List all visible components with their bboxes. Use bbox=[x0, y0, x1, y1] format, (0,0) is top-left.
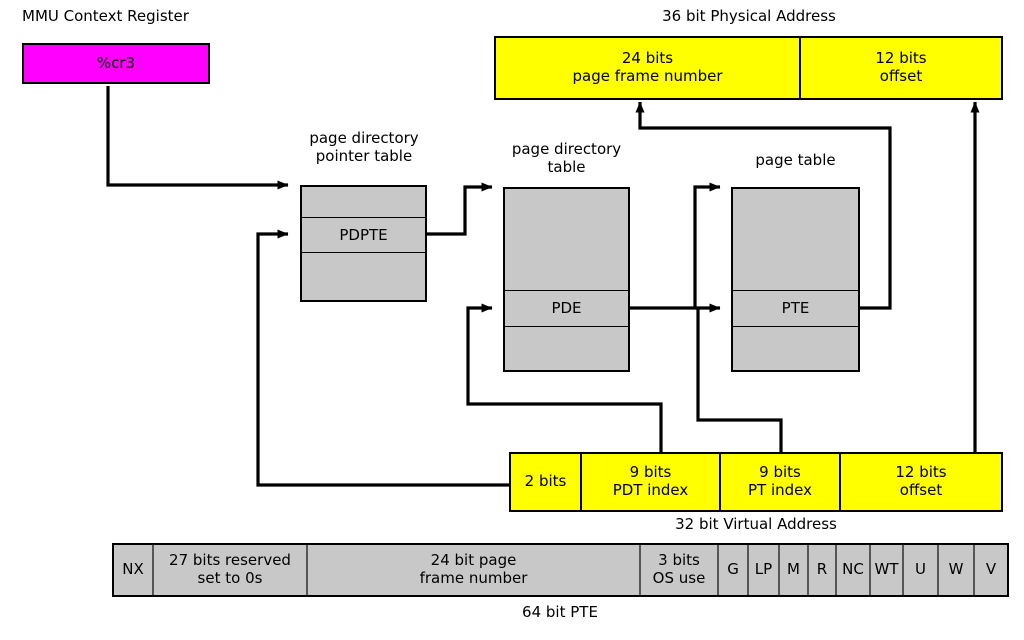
pte-field-os-use: 3 bits OS use bbox=[639, 545, 717, 595]
pte-field-m: M bbox=[778, 545, 807, 595]
virtual-address-bar: 2 bits 9 bits PDT index 9 bits PT index … bbox=[509, 452, 1003, 512]
pdpt-row-0 bbox=[302, 187, 425, 217]
page-directory-pointer-table: PDPTE bbox=[300, 185, 427, 302]
page-table-row-pte: PTE bbox=[733, 289, 858, 326]
vaddr-field-pt-index: 9 bits PT index bbox=[719, 454, 839, 510]
pte-field-v: V bbox=[973, 545, 1007, 595]
pdt-caption: page directory table bbox=[511, 140, 622, 176]
vaddr-field-2bits: 2 bits bbox=[511, 454, 580, 510]
physaddr-field-pfn: 24 bits page frame number bbox=[496, 38, 799, 98]
mmu-context-register-caption: MMU Context Register bbox=[22, 7, 189, 25]
pte-field-u-text: U bbox=[915, 560, 926, 579]
vaddr-field-pdt-index-text: 9 bits PDT index bbox=[612, 463, 689, 499]
pte-field-r: R bbox=[807, 545, 835, 595]
pdt-row-pde: PDE bbox=[505, 289, 628, 326]
pte-field-wt-text: WT bbox=[874, 560, 899, 579]
page-table-row-2 bbox=[733, 325, 858, 370]
cr3-register-box: %cr3 bbox=[22, 43, 210, 84]
pte-field-u: U bbox=[902, 545, 937, 595]
pdpt-row-pdpte: PDPTE bbox=[302, 216, 425, 252]
page-table-row-0 bbox=[733, 189, 858, 290]
virtual-address-caption: 32 bit Virtual Address bbox=[675, 515, 837, 533]
page-table-caption: page table bbox=[755, 151, 836, 169]
wire-cr3-to-pdpt bbox=[106, 86, 289, 190]
pte-field-lp: LP bbox=[747, 545, 778, 595]
pte-field-nx: NX bbox=[114, 545, 152, 595]
page-table: PTE bbox=[731, 187, 860, 372]
vaddr-field-2bits-text: 2 bits bbox=[524, 472, 567, 491]
physaddr-field-offset: 12 bits offset bbox=[799, 38, 1001, 98]
physaddr-field-offset-text: 12 bits offset bbox=[875, 49, 927, 85]
pte-field-w-text: W bbox=[948, 560, 964, 579]
pte-field-nx-text: NX bbox=[122, 560, 144, 579]
pte-field-nc-text: NC bbox=[842, 560, 864, 579]
pte-field-pfn-text: 24 bit page frame number bbox=[419, 551, 528, 587]
pte-layout-bar: NX 27 bits reserved set to 0s 24 bit pag… bbox=[112, 543, 1009, 597]
pdt-row-2 bbox=[505, 325, 628, 370]
physical-address-caption: 36 bit Physical Address bbox=[662, 7, 836, 25]
pte-field-v-text: V bbox=[985, 560, 997, 579]
diagram-canvas: MMU Context Register %cr3 36 bit Physica… bbox=[0, 0, 1024, 640]
pte-field-g: G bbox=[717, 545, 747, 595]
physaddr-field-pfn-text: 24 bits page frame number bbox=[572, 49, 723, 85]
pte-field-m-text: M bbox=[787, 560, 800, 579]
pdpt-row-2 bbox=[302, 251, 425, 300]
wire-pdpte-to-pdt bbox=[427, 182, 493, 236]
pte-layout-caption: 64 bit PTE bbox=[522, 603, 598, 621]
vaddr-field-offset-text: 12 bits offset bbox=[895, 463, 947, 499]
wire-pde-to-pagetable bbox=[630, 182, 721, 310]
pdpt-caption: page directory pointer table bbox=[309, 129, 419, 165]
vaddr-field-pt-index-text: 9 bits PT index bbox=[747, 463, 812, 499]
pte-field-reserved: 27 bits reserved set to 0s bbox=[152, 545, 306, 595]
page-directory-table: PDE bbox=[503, 187, 630, 372]
physical-address-bar: 24 bits page frame number 12 bits offset bbox=[494, 36, 1003, 100]
pte-field-g-text: G bbox=[727, 560, 739, 579]
pte-field-w: W bbox=[937, 545, 973, 595]
pte-field-r-text: R bbox=[816, 560, 828, 579]
pte-field-pfn: 24 bit page frame number bbox=[306, 545, 639, 595]
pte-field-os-use-text: 3 bits OS use bbox=[652, 551, 706, 587]
pte-field-wt: WT bbox=[869, 545, 902, 595]
pte-field-nc: NC bbox=[835, 545, 869, 595]
vaddr-field-offset: 12 bits offset bbox=[839, 454, 1001, 510]
pdt-row-0 bbox=[505, 189, 628, 290]
vaddr-field-pdt-index: 9 bits PDT index bbox=[580, 454, 719, 510]
pte-field-lp-text: LP bbox=[754, 560, 773, 579]
pte-field-reserved-text: 27 bits reserved set to 0s bbox=[169, 551, 291, 587]
